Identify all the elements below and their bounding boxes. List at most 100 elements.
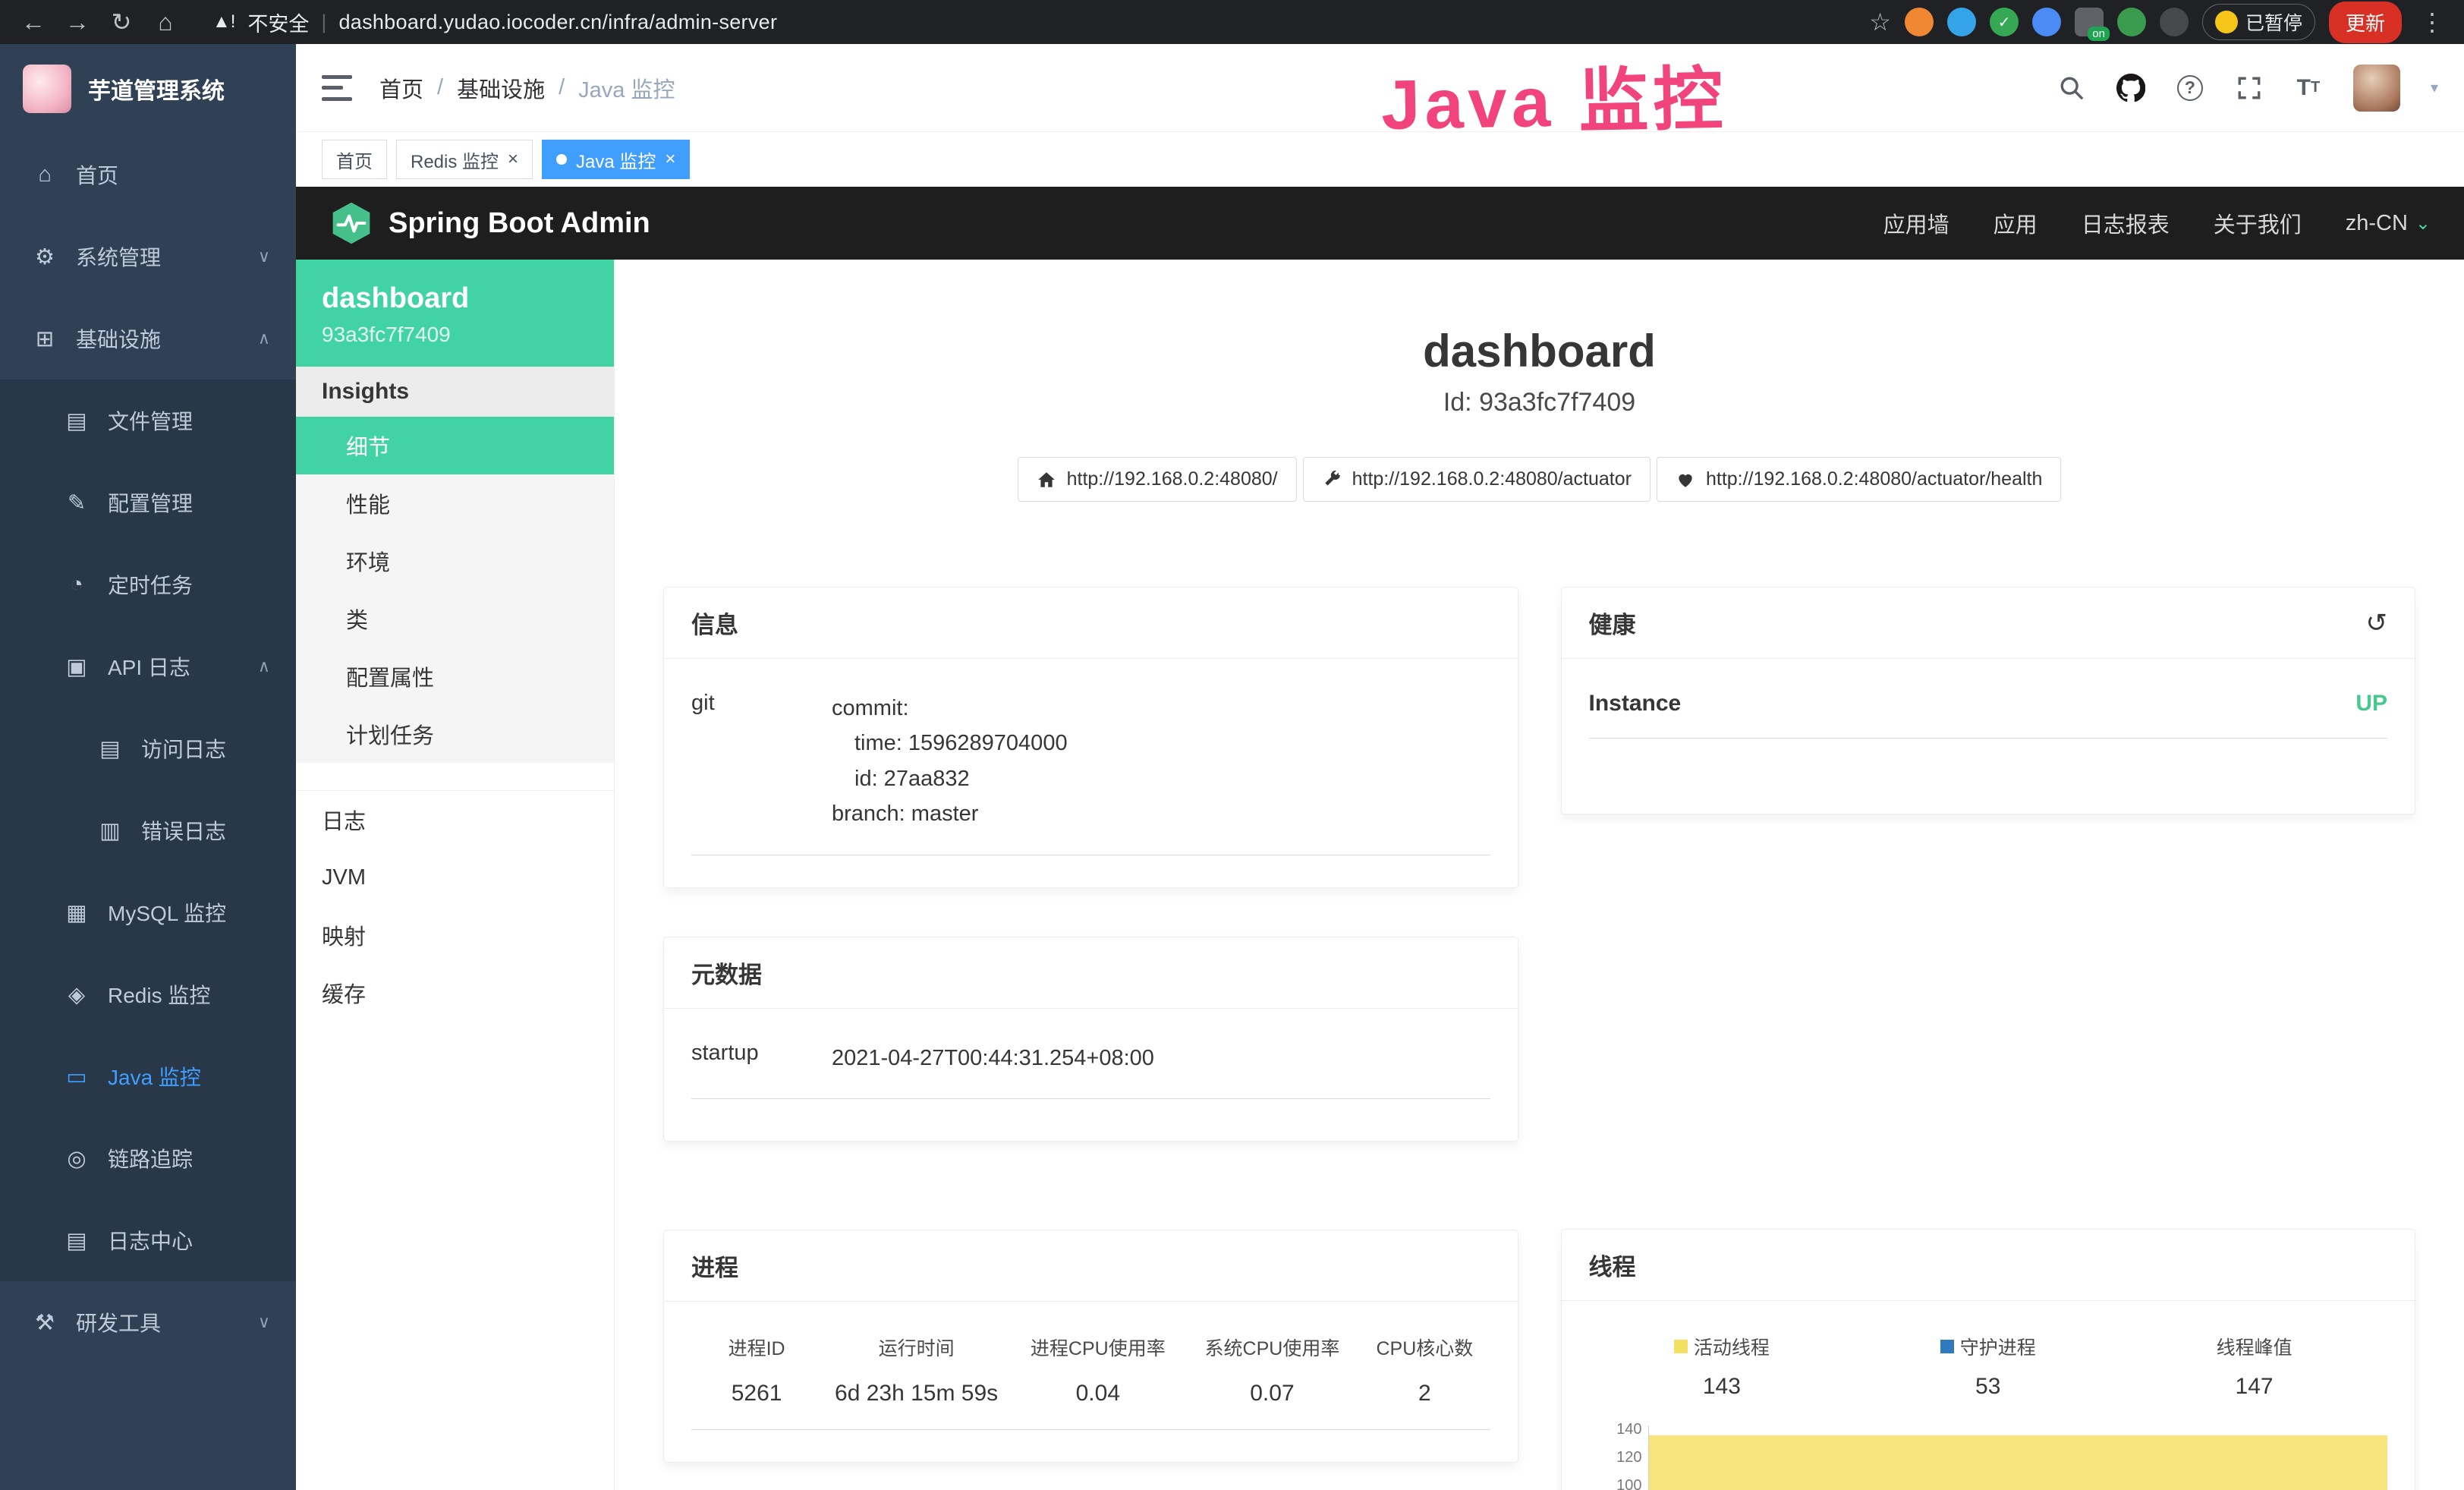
sba-brand[interactable]: Spring Boot Admin bbox=[329, 201, 650, 245]
sba-item-properties[interactable]: 配置属性 bbox=[296, 647, 614, 705]
metadata-card-header: 元数据 bbox=[664, 937, 1518, 1009]
breadcrumb-home[interactable]: 首页 bbox=[379, 72, 423, 104]
health-card: 健康 ↺ Instance UP bbox=[1561, 587, 2416, 814]
tab-redis-monitor[interactable]: Redis 监控 × bbox=[396, 140, 533, 179]
breadcrumb-section[interactable]: 基础设施 bbox=[457, 72, 545, 104]
security-label: 不安全 bbox=[247, 8, 309, 37]
actuator-url-button[interactable]: http://192.168.0.2:48080/actuator bbox=[1303, 457, 1651, 502]
sidebar-item-dev-tools[interactable]: ⚒ 研发工具 ∨ bbox=[0, 1281, 296, 1363]
bookmark-star-icon[interactable]: ☆ bbox=[1869, 8, 1891, 36]
health-url-button[interactable]: http://192.168.0.2:48080/actuator/health bbox=[1657, 457, 2061, 502]
sidebar-item-file-management[interactable]: ▤ 文件管理 bbox=[0, 380, 296, 461]
chrome-toolbar-right: ☆ ✓ on 已暂停 更新 ⋮ bbox=[1869, 2, 2449, 43]
sba-item-environment[interactable]: 环境 bbox=[296, 532, 614, 590]
database-icon: ▦ bbox=[62, 899, 91, 926]
health-instance-row: Instance UP bbox=[1589, 691, 2388, 739]
sba-section-insights[interactable]: Insights bbox=[296, 367, 614, 417]
close-icon[interactable]: × bbox=[508, 150, 518, 169]
sba-nav-journal[interactable]: 日志报表 bbox=[2082, 207, 2170, 239]
chevron-down-icon: ∨ bbox=[258, 1312, 270, 1332]
caret-down-icon[interactable]: ▾ bbox=[2431, 78, 2438, 97]
sba-nav: 应用墙 应用 日志报表 关于我们 zh-CN ⌄ bbox=[1883, 207, 2431, 239]
sba-item-classes[interactable]: 类 bbox=[296, 590, 614, 647]
tab-home[interactable]: 首页 bbox=[322, 140, 387, 179]
tab-java-monitor[interactable]: Java 监控 × bbox=[542, 140, 690, 179]
process-col-value: 6d 23h 15m 59s bbox=[822, 1381, 1011, 1407]
sidebar-toggle-icon[interactable] bbox=[322, 75, 352, 101]
user-avatar[interactable] bbox=[2353, 65, 2400, 112]
grid-extension-icon[interactable] bbox=[2032, 8, 2061, 36]
live-threads-area bbox=[1649, 1435, 2388, 1490]
sba-item-logs[interactable]: 日志 bbox=[296, 791, 614, 849]
sidebar-item-error-logs[interactable]: ▥ 错误日志 bbox=[0, 789, 296, 871]
puzzle-extension-icon[interactable] bbox=[2160, 8, 2189, 36]
history-icon[interactable]: ↺ bbox=[2366, 608, 2388, 638]
update-button[interactable]: 更新 bbox=[2329, 2, 2402, 43]
sidebar-item-scheduled-tasks[interactable]: ◔ 定时任务 bbox=[0, 543, 296, 625]
sba-instance-header[interactable]: dashboard 93a3fc7f7409 bbox=[296, 260, 614, 367]
address-bar[interactable]: ▲! 不安全 | dashboard.yudao.iocoder.cn/infr… bbox=[212, 8, 777, 37]
fullscreen-icon[interactable] bbox=[2235, 74, 2264, 102]
sba-item-mappings[interactable]: 映射 bbox=[296, 906, 614, 964]
reload-icon[interactable]: ↻ bbox=[103, 8, 140, 36]
browser-chrome: ← → ↻ ⌂ ▲! 不安全 | dashboard.yudao.iocoder… bbox=[0, 0, 2464, 44]
sidebar-item-redis-monitor[interactable]: ◈ Redis 监控 bbox=[0, 953, 296, 1035]
process-col-label: 进程ID bbox=[691, 1334, 822, 1361]
sidebar-item-tracing[interactable]: ◎ 链路追踪 bbox=[0, 1117, 296, 1199]
sba-item-caches[interactable]: 缓存 bbox=[296, 964, 614, 1022]
sidebar-item-label: 首页 bbox=[76, 159, 118, 190]
forward-icon[interactable]: → bbox=[59, 8, 96, 36]
process-card-title: 进程 bbox=[691, 1249, 738, 1283]
sba-nav-about[interactable]: 关于我们 bbox=[2214, 207, 2302, 239]
threads-chart: 140 120 100 bbox=[1589, 1425, 2388, 1490]
sidebar-item-config-management[interactable]: ✎ 配置管理 bbox=[0, 461, 296, 543]
app-menu: ⌂ 首页 ⚙ 系统管理 ∨ ⊞ 基础设施 ∧ ▤ 文件管理 bbox=[0, 134, 296, 1490]
font-size-icon[interactable]: TT bbox=[2294, 74, 2323, 102]
main-column: 首页 / 基础设施 / Java 监控 Java 监控 ? bbox=[296, 44, 2464, 1490]
sba-locale-select[interactable]: zh-CN ⌄ bbox=[2346, 211, 2431, 236]
sidebar-item-api-logs[interactable]: ▣ API 日志 ∧ bbox=[0, 625, 296, 707]
sba-item-jvm[interactable]: JVM bbox=[296, 849, 614, 906]
help-icon[interactable]: ? bbox=[2176, 74, 2204, 102]
drop-extension-icon[interactable] bbox=[1947, 8, 1976, 36]
home-icon[interactable]: ⌂ bbox=[147, 8, 184, 36]
sidebar-item-access-logs[interactable]: ▤ 访问日志 bbox=[0, 707, 296, 789]
chrome-menu-icon[interactable]: ⋮ bbox=[2415, 8, 2449, 36]
sidebar-item-mysql-monitor[interactable]: ▦ MySQL 监控 bbox=[0, 871, 296, 953]
chevron-down-icon: ⌄ bbox=[2415, 213, 2431, 235]
home-icon bbox=[1037, 470, 1056, 490]
sba-nav-wallboard[interactable]: 应用墙 bbox=[1883, 207, 1949, 239]
service-url-button[interactable]: http://192.168.0.2:48080/ bbox=[1018, 457, 1297, 502]
sba-item-performance[interactable]: 性能 bbox=[296, 474, 614, 532]
sidebar-item-label: 错误日志 bbox=[141, 815, 226, 846]
legend-peak-threads: 线程峰值 bbox=[2121, 1333, 2387, 1360]
sidebar-item-system[interactable]: ⚙ 系统管理 ∨ bbox=[0, 216, 296, 298]
search-icon[interactable] bbox=[2057, 74, 2086, 102]
threads-chart-y-axis: 140 120 100 bbox=[1589, 1425, 1648, 1490]
redis-icon: ◈ bbox=[62, 981, 91, 1008]
check-extension-icon[interactable]: ✓ bbox=[1990, 8, 2019, 36]
active-tab-dot bbox=[556, 154, 567, 165]
process-card: 进程 进程ID 运行时间 进程CPU使用率 系统CPU使用率 bbox=[663, 1230, 1518, 1463]
mail-extension-icon[interactable]: on bbox=[2075, 8, 2104, 36]
document-icon: ▤ bbox=[62, 1227, 91, 1254]
gear-icon: ⚙ bbox=[30, 244, 59, 270]
github-icon[interactable] bbox=[2116, 74, 2145, 102]
leaf-extension-icon[interactable] bbox=[2117, 8, 2146, 36]
chevron-down-icon: ∨ bbox=[258, 247, 270, 266]
sba-item-scheduled[interactable]: 计划任务 bbox=[296, 705, 614, 763]
sidebar-item-home[interactable]: ⌂ 首页 bbox=[0, 134, 296, 216]
sidebar-item-log-center[interactable]: ▤ 日志中心 bbox=[0, 1199, 296, 1281]
sidebar-item-infrastructure[interactable]: ⊞ 基础设施 ∧ bbox=[0, 298, 296, 380]
sidebar-item-label: 研发工具 bbox=[76, 1307, 161, 1337]
sidebar-item-java-monitor[interactable]: ▭ Java 监控 bbox=[0, 1035, 296, 1117]
fox-extension-icon[interactable] bbox=[1905, 8, 1934, 36]
paused-badge[interactable]: 已暂停 bbox=[2202, 4, 2315, 40]
back-icon[interactable]: ← bbox=[15, 8, 52, 36]
sba-nav-applications[interactable]: 应用 bbox=[1994, 207, 2038, 239]
cards-right-column: 健康 ↺ Instance UP bbox=[1561, 587, 2416, 1490]
close-icon[interactable]: × bbox=[665, 150, 675, 169]
app-logo[interactable]: 芋道管理系统 bbox=[0, 44, 296, 134]
locale-label: zh-CN bbox=[2346, 211, 2408, 236]
sba-item-details[interactable]: 细节 bbox=[296, 417, 614, 474]
